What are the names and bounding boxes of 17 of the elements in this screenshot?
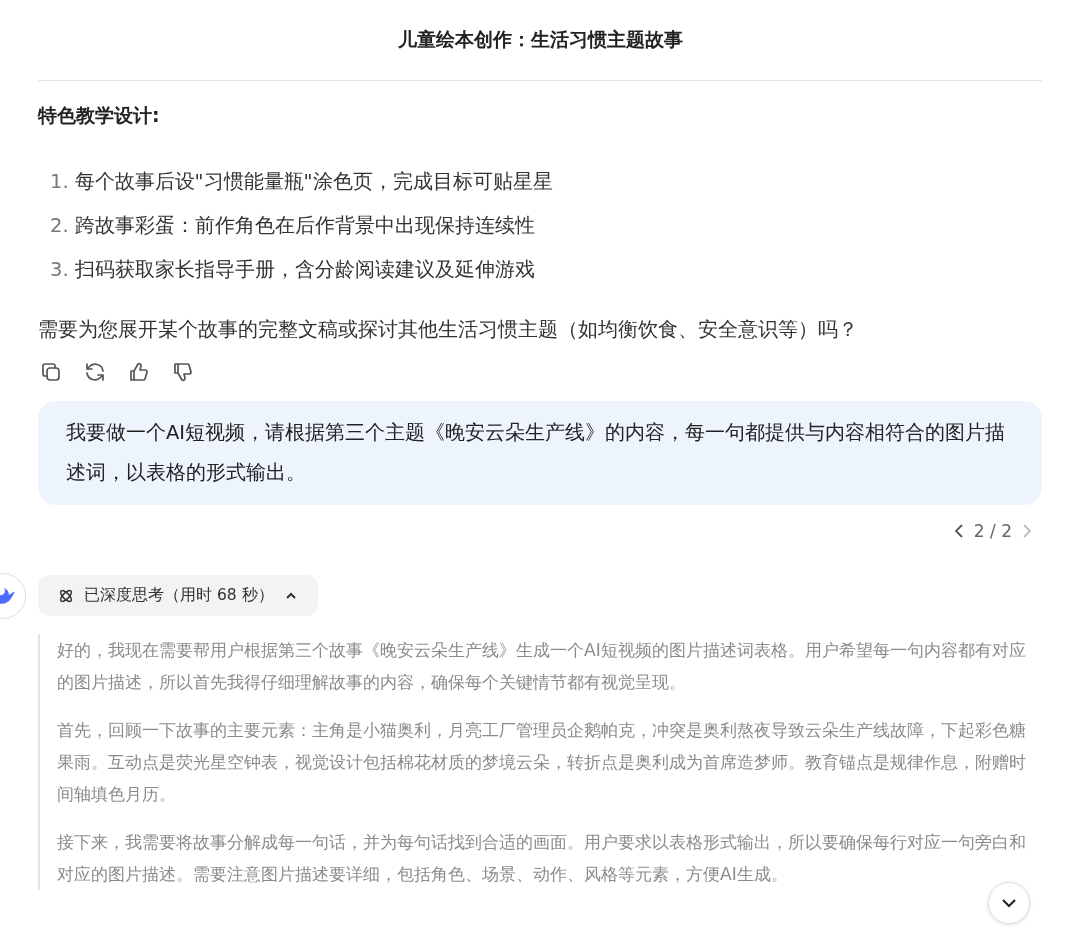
thinking-toggle[interactable]: 已深度思考（用时 68 秒） — [38, 575, 318, 616]
scroll-down-button[interactable] — [988, 882, 1030, 924]
user-message: 我要做一个AI短视频，请根据第三个主题《晚安云朵生产线》的内容，每一句都提供与内容相符合的图片描述词，以表格的形式输出。 — [38, 401, 1042, 505]
atom-icon — [58, 587, 74, 604]
thinking-paragraph: 好的，我现在需要帮用户根据第三个故事《晚安云朵生产线》生成一个AI短视频的图片描述词表格。用户希望每一句内容都有对应的图片描述，所以首先我得仔细理解故事的内容，确保每个关键情节都有视觉呈现。 — [57, 639, 1027, 694]
list-item: 扫码获取家长指导手册，含分龄阅读建议及延伸游戏 — [74, 256, 535, 283]
section-heading: 特色教学设计: — [38, 103, 161, 128]
thinking-paragraph: 首先，回顾一下故事的主要元素：主角是小猫奥利，月亮工厂管理员企鹅帕克，冲突是奥利熬夜导致云朵生产线故障，下起彩色糖果雨。互动点是荧光星空钟表，视觉设计包括棉花材质的梦境云朵，转折点是奥利成为首席造梦师。教育锚点是规律作息，附赠时间轴填色月历。 — [57, 719, 1027, 806]
list-item: 跨故事彩蛋：前作角色在后作背景中出现保持连续性 — [74, 212, 535, 239]
thinking-paragraph: 接下来，我需要将故事分解成每一句话，并为每句话找到合适的画面。用户要求以表格形式输出，所以要确保每行对应一句旁白和对应的图片描述。需要注意图片描述要详细，包括角色、场景、动作、风格等元素，方便AI生成。 — [57, 831, 1027, 886]
list-number: 1. — [50, 169, 69, 193]
page-counter: 2 / 2 — [973, 521, 1012, 541]
closing-question: 需要为您展开某个故事的完整文稿或探讨其他生活习惯主题（如均衡饮食、安全意识等）吗？ — [38, 317, 859, 343]
list-number: 2. — [50, 213, 69, 237]
list-item: 每个故事后设"习惯能量瓶"涂色页，完成目标可贴星星 — [74, 168, 553, 195]
chat-title: 儿童绘本创作：生活习惯主题故事 — [397, 27, 683, 52]
list-number: 3. — [50, 257, 69, 281]
